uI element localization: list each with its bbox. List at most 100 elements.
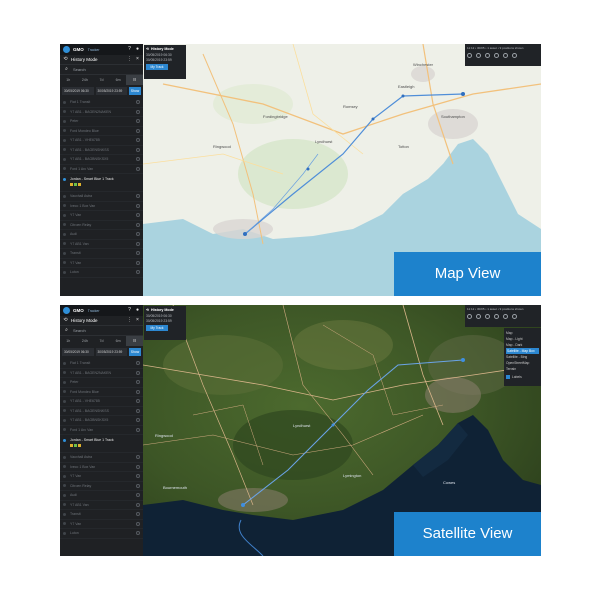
list-item[interactable]: Ford Mondeo Blue	[60, 388, 143, 397]
visibility-icon[interactable]	[136, 370, 140, 375]
checkbox-icon[interactable]	[506, 375, 510, 379]
visibility-icon[interactable]	[136, 380, 140, 385]
visibility-icon[interactable]	[136, 260, 140, 265]
search-input[interactable]: Search	[73, 328, 86, 333]
visibility-icon[interactable]	[136, 109, 140, 114]
list-item[interactable]: Y7 AB1 - BAGEN2NAKEN	[60, 108, 143, 117]
list-item[interactable]: Iveco 1 Box Van	[60, 463, 143, 472]
date-to-field[interactable]: 30/05/2019 23:59	[95, 347, 127, 356]
my-track-button[interactable]: My Track	[146, 64, 168, 70]
list-item[interactable]: Y7 Van	[60, 211, 143, 221]
user-icon[interactable]: ●	[135, 47, 140, 52]
list-item[interactable]: Ford 1 Arc Van	[60, 426, 143, 435]
visibility-icon[interactable]	[136, 418, 140, 423]
visibility-icon[interactable]	[136, 502, 140, 507]
list-item[interactable]: Y7 Van	[60, 472, 143, 482]
visibility-icon[interactable]	[136, 408, 140, 413]
visibility-icon[interactable]	[136, 389, 140, 394]
tab-6m[interactable]: 6m	[110, 75, 127, 85]
visibility-icon[interactable]	[136, 427, 140, 432]
close-icon[interactable]: ×	[135, 318, 140, 323]
list-item[interactable]: Ford Mondeo Blue	[60, 127, 143, 136]
show-button[interactable]: Show	[129, 347, 141, 356]
zoom-in-icon[interactable]	[467, 53, 472, 58]
tab-24h[interactable]: 24h	[77, 336, 94, 346]
list-item[interactable]: Citroen Relay	[60, 482, 143, 491]
list-item[interactable]: Ford 1 Arc Van	[60, 165, 143, 174]
list-item[interactable]: Y7 AB1 - VHE6785	[60, 397, 143, 407]
more-icon[interactable]: ⋮	[127, 57, 132, 62]
zoom-out-icon[interactable]	[476, 53, 481, 58]
visibility-icon[interactable]	[136, 483, 140, 488]
visibility-icon[interactable]	[136, 455, 140, 460]
visibility-icon[interactable]	[136, 361, 140, 366]
visibility-icon[interactable]	[136, 166, 140, 171]
tab-1h[interactable]: 1h	[60, 75, 77, 85]
list-item-selected[interactable]: Jordan - Smart Blue 1 Track	[60, 174, 143, 192]
tab-calendar[interactable]: ☷	[126, 75, 143, 85]
tab-24h[interactable]: 24h	[77, 75, 94, 85]
show-button[interactable]: Show	[129, 86, 141, 95]
date-from-field[interactable]: 30/05/2019 06:30	[62, 347, 94, 356]
visibility-icon[interactable]	[136, 521, 140, 526]
list-item[interactable]: Vauxhall Astra	[60, 453, 143, 463]
zoom-out-icon[interactable]	[476, 314, 481, 319]
tab-calendar[interactable]: ☷	[126, 336, 143, 346]
more-icon[interactable]: ⋮	[127, 318, 132, 323]
user-icon[interactable]: ●	[135, 308, 140, 313]
search-input[interactable]: Search	[73, 67, 86, 72]
list-item[interactable]: Luton	[60, 268, 143, 278]
route-point-marker[interactable]	[371, 117, 375, 121]
visibility-icon[interactable]	[136, 232, 140, 237]
route-end-marker[interactable]	[461, 358, 465, 362]
measure-icon[interactable]	[494, 314, 499, 319]
list-item[interactable]: Y7 Van	[60, 259, 143, 268]
layer-option[interactable]: Terrain	[506, 366, 539, 372]
tab-6m[interactable]: 6m	[110, 336, 127, 346]
zoom-in-icon[interactable]	[467, 314, 472, 319]
visibility-icon[interactable]	[136, 251, 140, 256]
settings-icon[interactable]	[512, 53, 517, 58]
visibility-icon[interactable]	[136, 241, 140, 246]
visibility-icon[interactable]	[136, 100, 140, 105]
list-item[interactable]: Fiat 1 Transit	[60, 359, 143, 369]
visibility-icon[interactable]	[136, 493, 140, 498]
list-item[interactable]: Audi	[60, 491, 143, 501]
layers-icon[interactable]	[485, 314, 490, 319]
list-item[interactable]: Vauxhall Astra	[60, 192, 143, 202]
visibility-icon[interactable]	[136, 512, 140, 517]
list-item[interactable]: Fiat 1 Transit	[60, 98, 143, 108]
list-item-selected[interactable]: Jordan - Smart Blue 1 Track	[60, 435, 143, 453]
visibility-icon[interactable]	[136, 213, 140, 218]
date-from-field[interactable]: 30/05/2019 06:30	[62, 86, 94, 95]
visibility-icon[interactable]	[136, 270, 140, 275]
list-item[interactable]: Y7 AB1 Van	[60, 240, 143, 249]
fullscreen-icon[interactable]	[503, 53, 508, 58]
visibility-icon[interactable]	[136, 128, 140, 133]
labels-toggle[interactable]: Labels	[506, 375, 539, 379]
settings-icon[interactable]	[512, 314, 517, 319]
list-item[interactable]: Y7 Van	[60, 520, 143, 529]
route-start-marker[interactable]	[241, 503, 245, 507]
route-end-marker[interactable]	[461, 92, 465, 96]
tab-7d[interactable]: 7d	[93, 336, 110, 346]
search-bar[interactable]: ⌕ Search	[60, 65, 143, 75]
list-item[interactable]: Peter	[60, 117, 143, 127]
route-start-marker[interactable]	[243, 232, 247, 236]
help-icon[interactable]: ?	[127, 47, 132, 52]
visibility-icon[interactable]	[136, 194, 140, 199]
visibility-icon[interactable]	[136, 531, 140, 536]
visibility-icon[interactable]	[136, 464, 140, 469]
visibility-icon[interactable]	[136, 222, 140, 227]
measure-icon[interactable]	[494, 53, 499, 58]
list-item[interactable]: Transit	[60, 249, 143, 259]
date-to-field[interactable]: 30/05/2019 23:59	[95, 86, 127, 95]
list-item[interactable]: Audi	[60, 230, 143, 240]
list-item[interactable]: Y7 AB1 - BAGENSNKSS	[60, 407, 143, 416]
list-item[interactable]: Y7 AB1 - BAGBNSKSX5	[60, 155, 143, 165]
visibility-icon[interactable]	[136, 157, 140, 162]
help-icon[interactable]: ?	[127, 308, 132, 313]
my-track-button[interactable]: My Track	[146, 325, 168, 331]
visibility-icon[interactable]	[136, 399, 140, 404]
visibility-icon[interactable]	[136, 119, 140, 124]
